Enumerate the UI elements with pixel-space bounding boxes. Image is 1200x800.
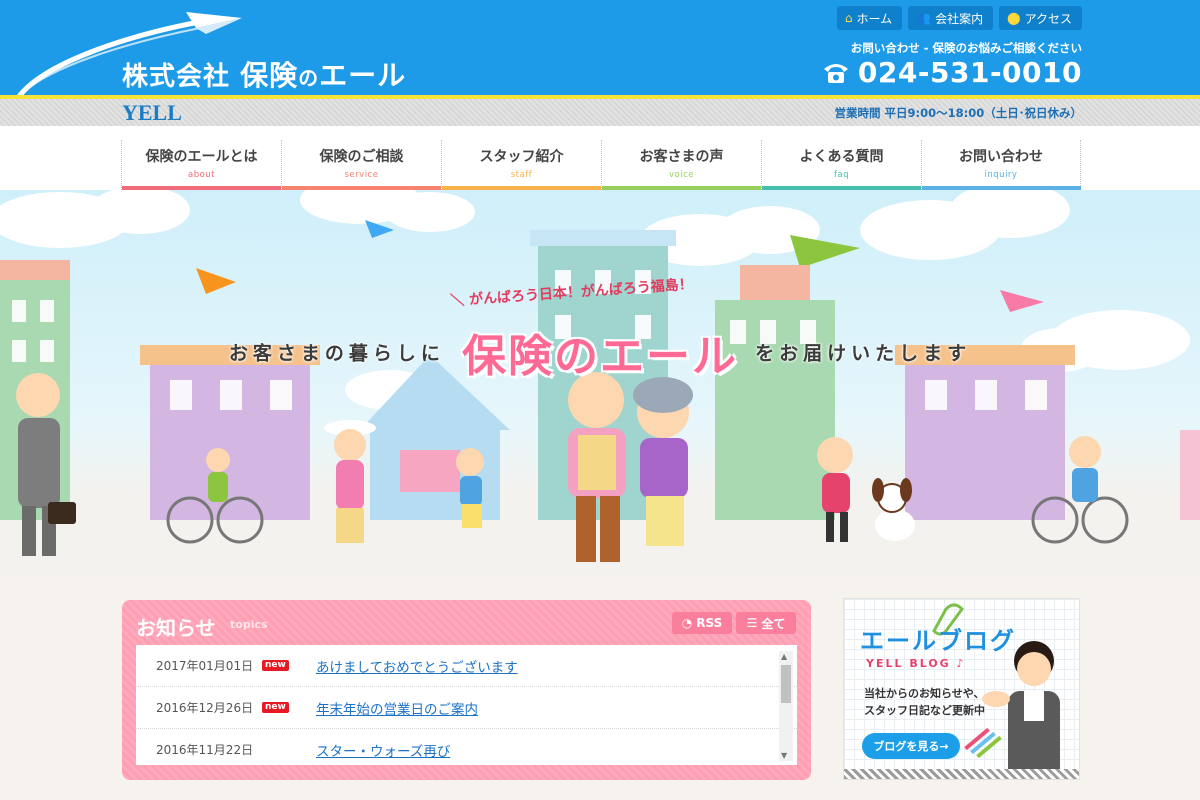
logo-prefix: 株式会社	[122, 62, 231, 92]
nav-item-inquiry[interactable]: お問い合わせ inquiry	[921, 140, 1081, 190]
list-item: 2016年12月26日 new 年末年始の営業日のご案内	[136, 687, 797, 729]
main-nav: 保険のエールとは about 保険のご相談 service スタッフ紹介 sta…	[0, 126, 1200, 190]
nav-sublabel: about	[187, 170, 216, 180]
topics-list[interactable]: 2017年01月01日 new あけましておめでとうございます 2016年12月…	[136, 645, 797, 765]
nav-item-staff[interactable]: スタッフ紹介 staff	[441, 140, 601, 190]
blog-subtitle-text: YELL BLOG ♪	[866, 657, 966, 670]
nav-item-voice[interactable]: お客さまの声 voice	[601, 140, 761, 190]
people-icon: 👥	[916, 11, 932, 25]
topics-subtitle: topics	[230, 618, 268, 631]
view-all-label: 全て	[761, 616, 786, 631]
top-link-label: 会社案内	[935, 11, 984, 26]
list-item: 2016年11月22日 スター・ウォーズ再び	[136, 729, 797, 765]
rss-label: RSS	[696, 616, 723, 630]
rss-button[interactable]: ◔ RSS	[672, 612, 732, 634]
blog-desc-line: 当社からのお知らせや、	[864, 687, 985, 700]
logo-name: 保険	[240, 59, 299, 92]
list-icon: ☰	[746, 616, 758, 630]
nav-label: 保険のエールとは	[145, 149, 258, 165]
nav-label: スタッフ紹介	[479, 149, 564, 165]
blog-title: エールブログ	[860, 627, 1016, 655]
blog-footer-stripe	[844, 769, 1079, 779]
top-links: ⌂ ホーム 👥 会社案内 ⬤ アクセス	[836, 6, 1082, 30]
topics-panel: お知らせ topics ◔ RSS ☰ 全て 2017年01月01日 new あ…	[122, 600, 811, 780]
phone-number-text: 024-531-0010	[857, 56, 1082, 89]
business-hours: 営業時間 平日9:00～18:00（土日･祝日休み）	[834, 106, 1082, 120]
nav-sublabel: staff	[510, 170, 533, 180]
scrollbar[interactable]: ▲ ▼	[779, 651, 793, 761]
topic-link[interactable]: あけましておめでとうございます	[316, 656, 518, 676]
view-blog-button[interactable]: ブログを見る→	[862, 733, 960, 759]
nav-label: 保険のご相談	[319, 149, 404, 165]
topic-link[interactable]: スター・ウォーズ再び	[316, 740, 450, 760]
topics-title: お知らせ	[136, 616, 216, 640]
nav-label: よくある質問	[799, 149, 884, 165]
nav-item-service[interactable]: 保険のご相談 service	[281, 140, 441, 190]
home-icon: ⌂	[844, 11, 853, 25]
nav-label: お問い合わせ	[959, 149, 1043, 165]
hero-brand: 保険のエール	[462, 331, 738, 382]
telephone-icon	[823, 63, 848, 83]
hero-tagline: お客さまの暮らしに 保険のエール をお届けいたします	[0, 320, 1200, 384]
new-badge: new	[262, 660, 289, 671]
hero-tagline-lead: お客さまの暮らしに	[228, 342, 445, 365]
blog-banner[interactable]: エールブログ YELL BLOG ♪ 当社からのお知らせや、 スタッフ日記など更…	[843, 598, 1080, 780]
map-pin-icon: ⬤	[1007, 11, 1021, 25]
view-all-button[interactable]: ☰ 全て	[736, 612, 796, 634]
logo-suffix: エール	[319, 59, 407, 92]
site-header: 株式会社 保険のエール ⌂ ホーム 👥 会社案内 ⬤ アクセス お問い合わせ -…	[0, 0, 1200, 101]
nav-sublabel: service	[344, 170, 379, 180]
contact-label: お問い合わせ - 保険のお悩みご相談ください	[850, 41, 1082, 55]
nav-item-about[interactable]: 保険のエールとは about	[121, 140, 281, 190]
scroll-up-icon[interactable]: ▲	[781, 652, 787, 661]
blog-desc-line: スタッフ日記など更新中	[864, 704, 985, 717]
top-link-access[interactable]: ⬤ アクセス	[999, 6, 1082, 30]
topic-date: 2016年12月26日	[156, 701, 254, 715]
hero-tagline-tail: をお届けいたします	[755, 342, 972, 365]
top-link-label: アクセス	[1024, 11, 1072, 26]
rss-icon: ◔	[681, 616, 693, 630]
nav-sublabel: inquiry	[984, 170, 1018, 180]
nav-label: お客さまの声	[639, 149, 724, 165]
logo-subtitle: YELL	[122, 100, 182, 125]
scroll-thumb[interactable]	[781, 665, 791, 703]
topic-date: 2017年01月01日	[156, 659, 254, 673]
paper-plane-icon	[196, 268, 236, 294]
phone-number[interactable]: 024-531-0010	[822, 56, 1082, 89]
new-badge: new	[262, 702, 289, 713]
nav-sublabel: voice	[669, 170, 694, 180]
colored-pencils-icon	[964, 727, 1002, 759]
topic-link[interactable]: 年末年始の営業日のご案内	[316, 698, 478, 718]
hero-banner: ＼ がんばろう日本！がんばろう福島！ お客さまの暮らしに 保険のエール をお届け…	[0, 190, 1200, 575]
logo-particle: の	[298, 66, 320, 90]
blog-description: 当社からのお知らせや、 スタッフ日記など更新中	[864, 685, 985, 719]
blog-subtitle: YELL BLOG ♪	[866, 657, 966, 670]
site-logo[interactable]: 株式会社 保険のエール	[122, 54, 406, 94]
nav-sublabel: faq	[833, 170, 850, 180]
nav-item-faq[interactable]: よくある質問 faq	[761, 140, 921, 190]
top-link-label: ホーム	[856, 11, 893, 26]
topic-date: 2016年11月22日	[156, 743, 254, 757]
top-link-company[interactable]: 👥 会社案内	[908, 6, 994, 30]
scroll-down-icon[interactable]: ▼	[781, 751, 787, 760]
top-link-home[interactable]: ⌂ ホーム	[836, 6, 903, 30]
list-item: 2017年01月01日 new あけましておめでとうございます	[136, 645, 797, 687]
